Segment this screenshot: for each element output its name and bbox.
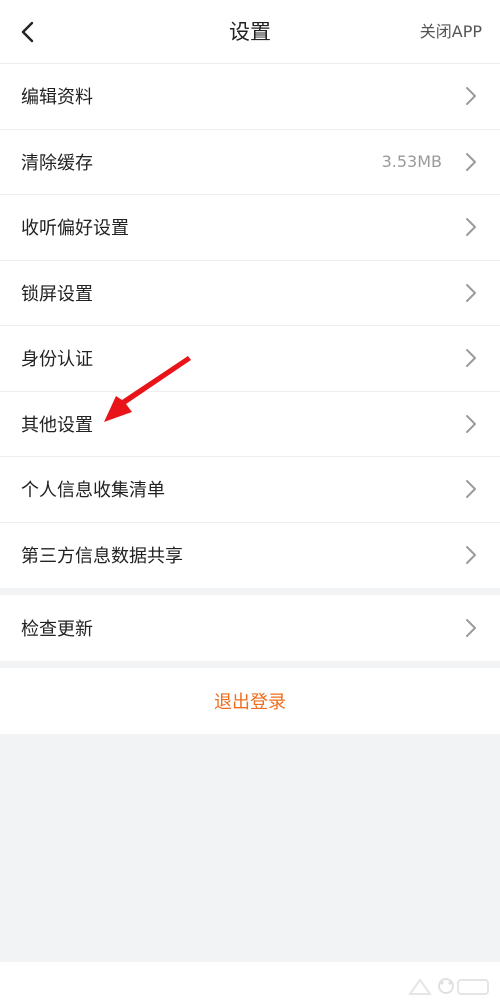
settings-group-main: 编辑资料 清除缓存 3.53MB 收听偏好设置 锁屏设置 身份认证 其他设置 个… bbox=[0, 64, 500, 588]
chevron-right-icon bbox=[466, 546, 476, 565]
settings-item-other-settings[interactable]: 其他设置 bbox=[0, 392, 500, 457]
logout-label: 退出登录 bbox=[214, 692, 286, 713]
settings-item-identity-verification[interactable]: 身份认证 bbox=[0, 326, 500, 392]
chevron-right-icon bbox=[466, 218, 476, 237]
back-button[interactable] bbox=[8, 12, 48, 52]
chevron-right-icon bbox=[466, 414, 476, 433]
chevron-right-icon bbox=[466, 349, 476, 368]
settings-item-check-update[interactable]: 检查更新 bbox=[0, 595, 500, 661]
settings-item-label: 其他设置 bbox=[21, 414, 93, 436]
close-app-button[interactable]: 关闭APP bbox=[420, 0, 482, 64]
logout-button[interactable]: 退出登录 bbox=[0, 668, 500, 734]
settings-item-label: 锁屏设置 bbox=[21, 283, 93, 305]
settings-item-label: 编辑资料 bbox=[21, 87, 93, 109]
settings-item-label: 收听偏好设置 bbox=[21, 218, 129, 240]
cache-size-value: 3.53MB bbox=[381, 152, 442, 172]
settings-item-edit-profile[interactable]: 编辑资料 bbox=[0, 64, 500, 130]
settings-item-listening-preferences[interactable]: 收听偏好设置 bbox=[0, 195, 500, 261]
bottom-strip bbox=[0, 962, 500, 1006]
settings-item-label: 个人信息收集清单 bbox=[21, 480, 165, 502]
watermark-logo-icon bbox=[408, 978, 489, 995]
settings-item-label: 身份认证 bbox=[21, 349, 93, 371]
settings-item-label: 第三方信息数据共享 bbox=[21, 546, 183, 568]
settings-group-update: 检查更新 bbox=[0, 595, 500, 661]
settings-item-label: 清除缓存 bbox=[21, 152, 93, 174]
top-nav-bar: 设置 关闭APP bbox=[0, 0, 500, 64]
chevron-left-icon bbox=[21, 21, 34, 43]
settings-screen: 设置 关闭APP 编辑资料 清除缓存 3.53MB 收听偏好设置 锁屏设置 身份… bbox=[0, 0, 500, 1006]
chevron-right-icon bbox=[466, 618, 476, 637]
settings-item-label: 检查更新 bbox=[21, 618, 93, 640]
settings-item-lock-screen[interactable]: 锁屏设置 bbox=[0, 261, 500, 326]
chevron-right-icon bbox=[466, 283, 476, 302]
chevron-right-icon bbox=[466, 152, 476, 171]
settings-item-clear-cache[interactable]: 清除缓存 3.53MB bbox=[0, 130, 500, 195]
settings-item-third-party-sharing[interactable]: 第三方信息数据共享 bbox=[0, 523, 500, 589]
chevron-right-icon bbox=[466, 480, 476, 499]
settings-item-personal-info-list[interactable]: 个人信息收集清单 bbox=[0, 457, 500, 523]
chevron-right-icon bbox=[466, 87, 476, 106]
